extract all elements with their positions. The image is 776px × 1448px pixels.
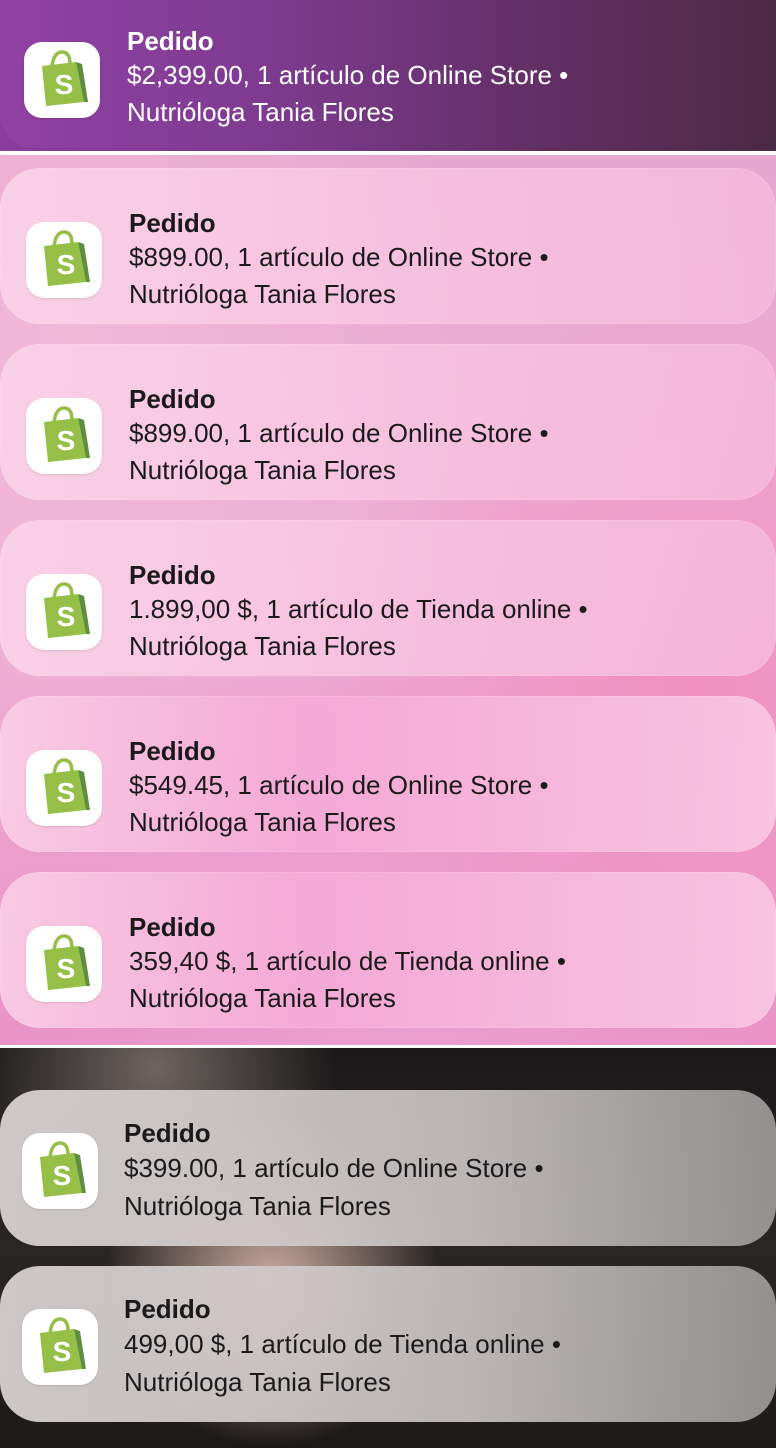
notification-store-line: Nutrióloga Tania Flores bbox=[129, 983, 396, 1013]
notification-amount-line: $899.00, 1 artículo de Online Store • bbox=[129, 242, 549, 272]
notification-amount-line: 499,00 $, 1 artículo de Tienda online • bbox=[124, 1329, 561, 1359]
notification-title: Pedido bbox=[129, 384, 216, 414]
notification-title: Pedido bbox=[129, 560, 216, 590]
notification-store-line: Nutrióloga Tania Flores bbox=[129, 279, 396, 309]
shopify-bag-icon: S bbox=[24, 42, 100, 118]
shopify-bag-icon: S bbox=[22, 1133, 98, 1209]
shopify-bag-icon: S bbox=[26, 398, 102, 474]
notification-store-line: Nutrióloga Tania Flores bbox=[129, 455, 396, 485]
shopify-bag-icon: S bbox=[26, 750, 102, 826]
svg-text:S: S bbox=[57, 777, 76, 808]
screenshot-panel-dark: S Pedido $399.00, 1 artículo de Online S… bbox=[0, 1048, 776, 1448]
svg-text:S: S bbox=[57, 601, 76, 632]
svg-text:S: S bbox=[57, 249, 76, 280]
notification-title: Pedido bbox=[124, 1118, 211, 1148]
notification-amount-line: $549.45, 1 artículo de Online Store • bbox=[129, 770, 549, 800]
notification-card[interactable]: S Pedido 499,00 $, 1 artículo de Tienda … bbox=[0, 1266, 776, 1422]
notification-title: Pedido bbox=[127, 26, 214, 56]
shopify-bag-icon: S bbox=[26, 926, 102, 1002]
notification-card[interactable]: S Pedido $2,399.00, 1 artículo de Online… bbox=[0, 0, 776, 148]
notification-card[interactable]: S Pedido $899.00, 1 artículo de Online S… bbox=[0, 344, 776, 500]
notification-store-line: Nutrióloga Tania Flores bbox=[127, 97, 394, 127]
notification-amount-line: $2,399.00, 1 artículo de Online Store • bbox=[127, 60, 569, 90]
notification-card[interactable]: S Pedido $549.45, 1 artículo de Online S… bbox=[0, 696, 776, 852]
svg-text:S: S bbox=[55, 69, 74, 100]
shopify-bag-icon: S bbox=[22, 1309, 98, 1385]
screenshot-panel-purple: S Pedido $2,399.00, 1 artículo de Online… bbox=[0, 0, 776, 151]
notification-store-line: Nutrióloga Tania Flores bbox=[129, 631, 396, 661]
notification-card[interactable]: S Pedido $399.00, 1 artículo de Online S… bbox=[0, 1090, 776, 1246]
notification-amount-line: 359,40 $, 1 artículo de Tienda online • bbox=[129, 946, 566, 976]
notification-title: Pedido bbox=[124, 1294, 211, 1324]
notification-title: Pedido bbox=[129, 736, 216, 766]
notification-card[interactable]: S Pedido 1.899,00 $, 1 artículo de Tiend… bbox=[0, 520, 776, 676]
shopify-bag-icon: S bbox=[26, 222, 102, 298]
svg-text:S: S bbox=[53, 1336, 72, 1367]
notification-amount-line: 1.899,00 $, 1 artículo de Tienda online … bbox=[129, 594, 588, 624]
notification-amount-line: $899.00, 1 artículo de Online Store • bbox=[129, 418, 549, 448]
notification-store-line: Nutrióloga Tania Flores bbox=[124, 1191, 391, 1221]
notification-card[interactable]: S Pedido 359,40 $, 1 artículo de Tienda … bbox=[0, 872, 776, 1028]
notification-store-line: Nutrióloga Tania Flores bbox=[124, 1367, 391, 1397]
screenshot-panel-pink: S Pedido $899.00, 1 artículo de Online S… bbox=[0, 155, 776, 1045]
screenshot-collage: S Pedido $2,399.00, 1 artículo de Online… bbox=[0, 0, 776, 1448]
notification-card[interactable]: S Pedido $899.00, 1 artículo de Online S… bbox=[0, 168, 776, 324]
notification-amount-line: $399.00, 1 artículo de Online Store • bbox=[124, 1153, 544, 1183]
notification-title: Pedido bbox=[129, 912, 216, 942]
svg-text:S: S bbox=[57, 953, 76, 984]
notification-store-line: Nutrióloga Tania Flores bbox=[129, 807, 396, 837]
svg-text:S: S bbox=[57, 425, 76, 456]
svg-text:S: S bbox=[53, 1160, 72, 1191]
shopify-bag-icon: S bbox=[26, 574, 102, 650]
notification-title: Pedido bbox=[129, 208, 216, 238]
